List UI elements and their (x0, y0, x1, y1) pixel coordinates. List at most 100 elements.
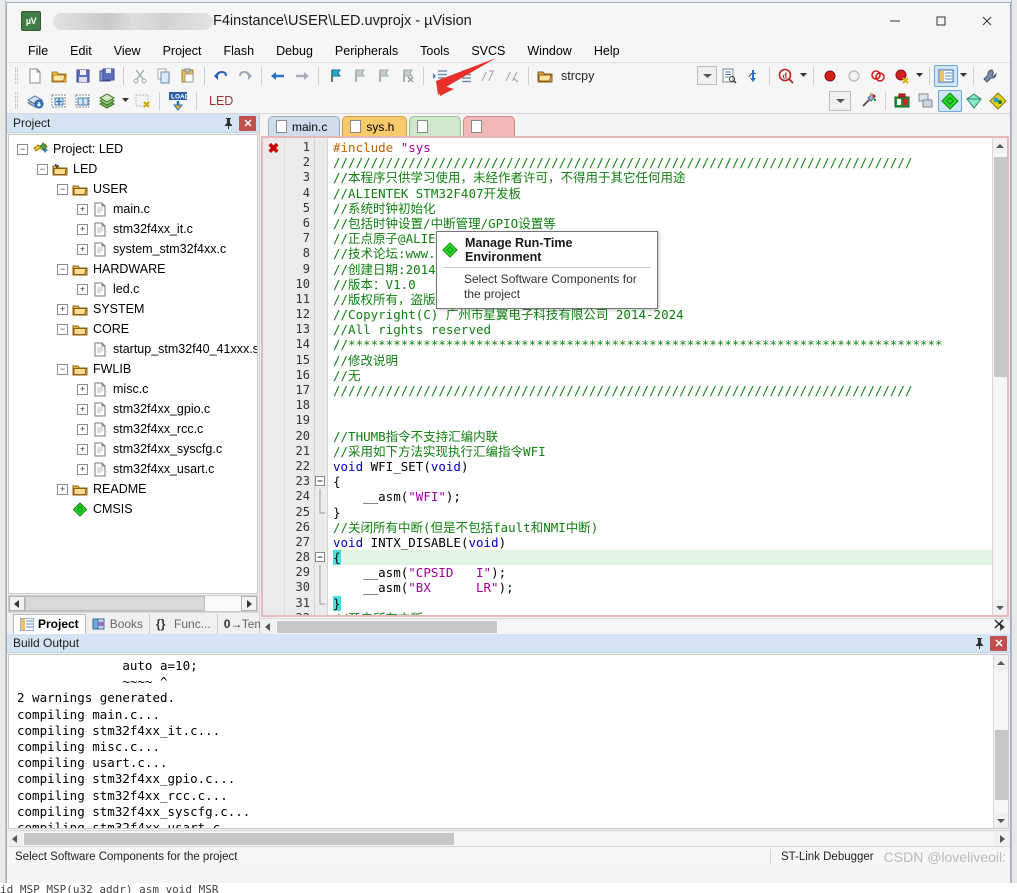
close-icon[interactable] (990, 635, 1007, 651)
code-line[interactable]: __asm("BX LR"); (333, 580, 992, 595)
scroll-track[interactable] (992, 153, 1007, 600)
redo-icon[interactable] (233, 65, 257, 87)
bookmark-toggle-icon[interactable] (323, 65, 347, 87)
minimize-button[interactable] (872, 3, 918, 39)
bookmark-clear-icon[interactable] (395, 65, 419, 87)
code-line[interactable] (333, 398, 992, 413)
tree-node[interactable]: − USER (9, 179, 257, 199)
tree-node[interactable]: − CORE (9, 319, 257, 339)
scroll-track[interactable] (23, 831, 994, 846)
code-line[interactable]: //All rights reserved (333, 322, 992, 337)
build-icon[interactable] (47, 90, 71, 112)
scroll-track[interactable] (276, 619, 994, 634)
scroll-track[interactable] (25, 596, 241, 611)
pack-installer-icon[interactable] (962, 90, 986, 112)
tree-node[interactable]: + stm32f4xx_syscfg.c (9, 439, 257, 459)
code-folding-gutter[interactable] (315, 138, 328, 615)
expand-icon[interactable]: + (77, 463, 88, 475)
target-dropdown-icon[interactable] (829, 90, 851, 111)
editor-tab-2[interactable] (409, 116, 462, 136)
code-line[interactable]: #include "sys (333, 140, 992, 155)
collapse-icon[interactable]: − (17, 143, 28, 155)
scroll-track[interactable] (993, 670, 1008, 813)
code-line[interactable]: { (333, 474, 992, 489)
scroll-thumb[interactable] (993, 157, 1007, 377)
menu-view[interactable]: View (103, 41, 152, 61)
target-options-dialog-icon[interactable] (890, 90, 914, 112)
code-line[interactable]: ////////////////////////////////////////… (333, 383, 992, 398)
code-line[interactable]: //技术论坛:www.openedv.com (333, 246, 992, 261)
tab-books[interactable]: Books (86, 613, 151, 634)
code-line[interactable]: //本程序只供学习使用，未经作者许可，不得用于其它任何用途 (333, 170, 992, 185)
menu-peripherals[interactable]: Peripherals (324, 41, 409, 61)
code-line[interactable]: //Copyright(C) 广州市星翼电子科技有限公司 2014-2024 (333, 307, 992, 322)
tab-functions[interactable]: {} Func... (150, 613, 218, 634)
breakpoint-kill-icon[interactable] (890, 65, 914, 87)
code-line[interactable]: } (333, 595, 992, 611)
download-icon[interactable]: LOAD (164, 90, 192, 112)
code-line[interactable]: //创建日期:2014/5/2 (333, 262, 992, 277)
menu-svcs[interactable]: SVCS (460, 41, 516, 61)
tree-node[interactable]: + stm32f4xx_rcc.c (9, 419, 257, 439)
tree-node[interactable]: − HARDWARE (9, 259, 257, 279)
manage-components-icon[interactable] (914, 90, 938, 112)
scroll-left-icon[interactable] (9, 596, 25, 611)
translate-icon[interactable] (23, 90, 47, 112)
tree-node[interactable]: + stm32f4xx_gpio.c (9, 399, 257, 419)
tree-node[interactable]: + system_stm32f4xx.c (9, 239, 257, 259)
collapse-icon[interactable]: − (57, 323, 68, 335)
save-all-icon[interactable] (95, 65, 119, 87)
fold-toggle-icon[interactable] (315, 474, 327, 489)
close-icon[interactable] (994, 619, 1004, 632)
code-editor[interactable]: ✖ 1 2 3 4 5 6 7 8 9 10 11 12 13 14 15 16 17 18 19 20 21 22 23 2… (261, 136, 1009, 617)
debug-find-dropdown-icon[interactable] (798, 65, 809, 87)
code-line[interactable]: //ALIENTEK STM32F407开发板 (333, 186, 992, 201)
collapse-icon[interactable]: − (37, 163, 48, 175)
batch-build-dropdown-icon[interactable] (119, 90, 131, 112)
code-line[interactable] (333, 413, 992, 428)
code-line[interactable]: //包括时钟设置/中断管理/GPIO设置等 (333, 216, 992, 231)
code-line[interactable]: void WFI_SET(void) (333, 459, 992, 474)
scroll-thumb[interactable] (25, 596, 205, 611)
expand-icon[interactable]: + (77, 283, 88, 295)
scroll-up-icon[interactable] (993, 655, 1008, 670)
insert-bookmark-icon[interactable] (741, 65, 765, 87)
outdent-icon[interactable] (452, 65, 476, 87)
toolbar-grip[interactable] (15, 67, 18, 84)
bookmark-next-icon[interactable] (371, 65, 395, 87)
code-line[interactable]: //系统时钟初始化 (333, 201, 992, 216)
tree-node[interactable]: + main.c (9, 199, 257, 219)
paste-icon[interactable] (176, 65, 200, 87)
expand-icon[interactable]: + (77, 443, 88, 455)
tree-node[interactable]: + SYSTEM (9, 299, 257, 319)
code-line[interactable]: //正点原子@ALIENTEK (333, 231, 992, 246)
scroll-thumb[interactable] (994, 730, 1008, 800)
code-content[interactable]: #include "sys ///////////////////////////… (328, 138, 992, 615)
target-options-icon[interactable] (857, 90, 881, 112)
code-line[interactable]: //修改说明 (333, 353, 992, 368)
stop-build-icon[interactable] (131, 90, 155, 112)
pin-icon[interactable] (220, 115, 236, 131)
project-tree-hscrollbar[interactable] (8, 595, 258, 612)
menu-edit[interactable]: Edit (59, 41, 103, 61)
code-line[interactable]: void INTX_DISABLE(void) (333, 535, 992, 550)
code-line[interactable]: { (333, 550, 992, 566)
manage-rte-icon[interactable] (938, 89, 962, 112)
code-line[interactable]: __asm("WFI"); (333, 489, 992, 504)
code-line[interactable]: //开启所有中断 (333, 611, 992, 615)
back-icon[interactable] (266, 65, 290, 87)
new-file-icon[interactable] (23, 65, 47, 87)
scroll-thumb[interactable] (24, 832, 454, 845)
breakpoint-icon[interactable] (818, 65, 842, 87)
copy-icon[interactable] (152, 65, 176, 87)
window-layout-icon[interactable] (934, 64, 958, 87)
tree-node[interactable]: + led.c (9, 279, 257, 299)
code-line[interactable]: //版本：V1.0 (333, 277, 992, 292)
tree-node[interactable]: CMSIS (9, 499, 257, 519)
toolbar-grip[interactable] (15, 92, 18, 109)
scroll-down-icon[interactable] (993, 813, 1008, 828)
tree-node[interactable]: + stm32f4xx_usart.c (9, 459, 257, 479)
expand-icon[interactable]: + (77, 423, 88, 435)
scroll-thumb[interactable] (277, 620, 497, 633)
editor-tab-3[interactable] (463, 116, 516, 136)
